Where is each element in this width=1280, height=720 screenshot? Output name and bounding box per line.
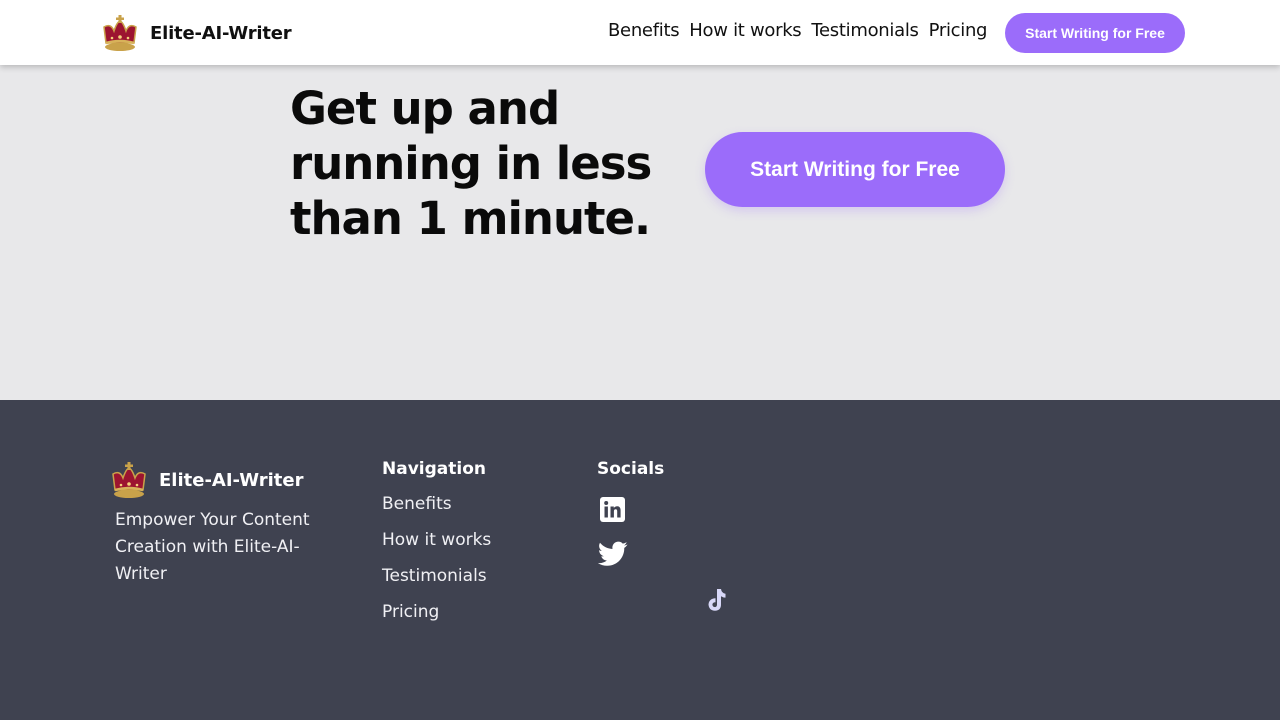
hero-start-writing-button[interactable]: Start Writing for Free xyxy=(705,132,1005,207)
linkedin-icon[interactable] xyxy=(600,497,625,522)
footer-navigation-title: Navigation xyxy=(382,459,486,479)
nav-link-testimonials[interactable]: Testimonials xyxy=(811,20,919,41)
footer-brand-name: Elite-AI-Writer xyxy=(159,469,304,491)
footer-link-how-it-works[interactable]: How it works xyxy=(382,529,491,565)
hero-title: Get up and running in less than 1 minute… xyxy=(290,82,652,245)
header-start-writing-button[interactable]: Start Writing for Free xyxy=(1005,13,1185,53)
nav-link-how-it-works[interactable]: How it works xyxy=(689,20,801,41)
footer-navigation-list: Benefits How it works Testimonials Prici… xyxy=(382,493,491,637)
footer-brand[interactable]: Elite-AI-Writer xyxy=(110,460,303,500)
tiktok-icon[interactable] xyxy=(704,587,728,613)
footer-link-benefits[interactable]: Benefits xyxy=(382,493,491,529)
crown-icon xyxy=(103,15,137,51)
footer: Elite-AI-Writer Empower Your Content Cre… xyxy=(0,400,1280,720)
top-navbar: Elite-AI-Writer Benefits How it works Te… xyxy=(0,0,1280,65)
footer-link-testimonials[interactable]: Testimonials xyxy=(382,565,491,601)
nav-link-pricing[interactable]: Pricing xyxy=(929,20,988,41)
brand-logo-link[interactable]: Elite-AI-Writer xyxy=(101,13,292,53)
main-nav: Benefits How it works Testimonials Prici… xyxy=(608,20,997,41)
hero-section: Get up and running in less than 1 minute… xyxy=(0,65,1280,400)
footer-link-pricing[interactable]: Pricing xyxy=(382,601,491,637)
twitter-icon[interactable] xyxy=(598,541,628,567)
nav-link-benefits[interactable]: Benefits xyxy=(608,20,680,41)
footer-socials-title: Socials xyxy=(597,459,665,479)
crown-icon xyxy=(112,462,146,498)
brand-name: Elite-AI-Writer xyxy=(150,22,292,44)
footer-tagline: Empower Your Content Creation with Elite… xyxy=(115,510,310,584)
